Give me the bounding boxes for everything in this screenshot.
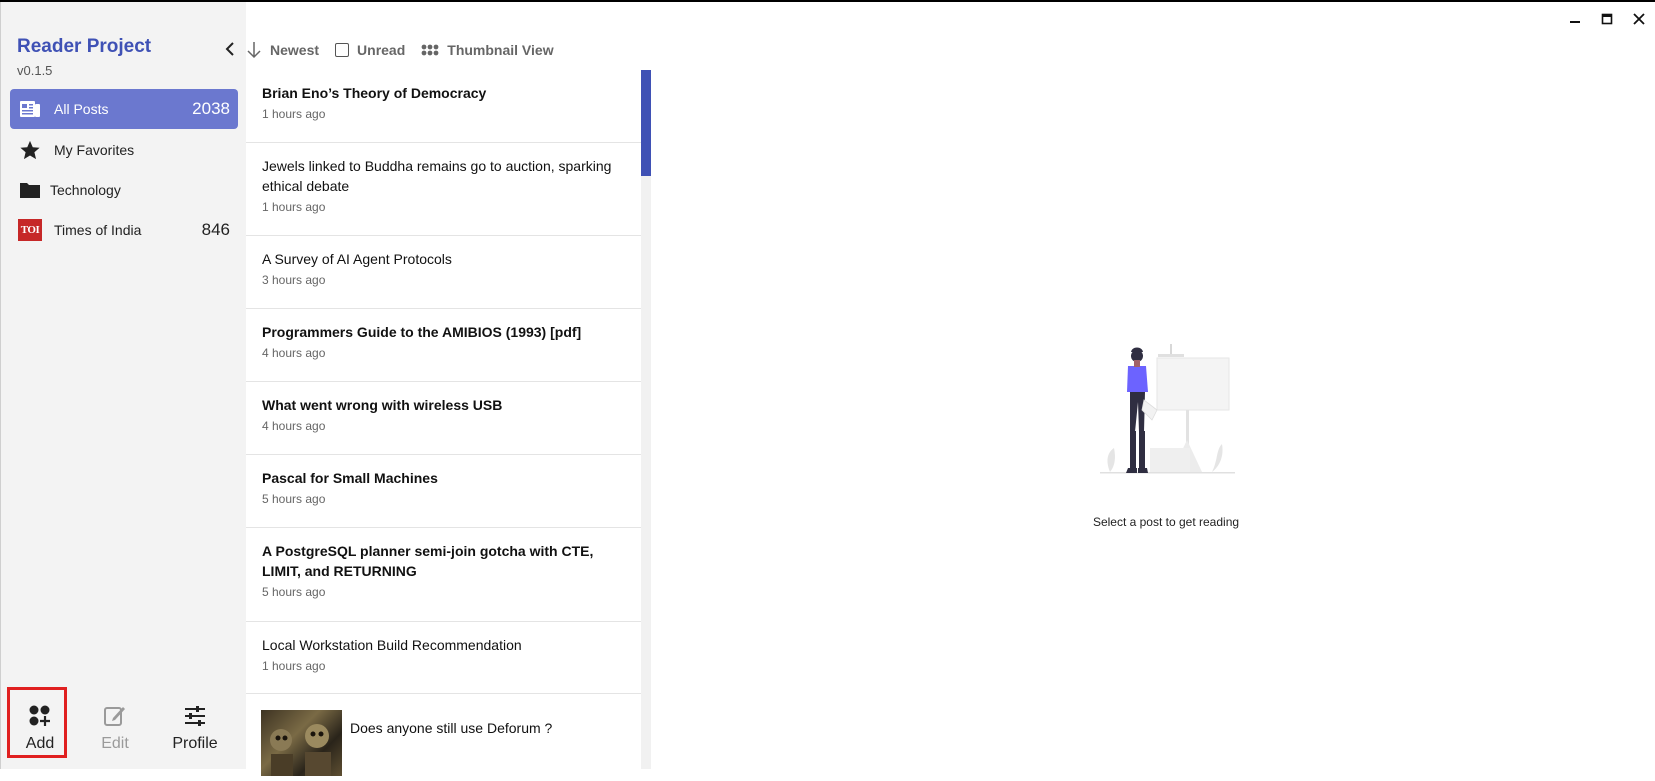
- star-icon: [18, 138, 42, 162]
- empty-state-illustration: [1100, 340, 1235, 480]
- profile-button[interactable]: Profile: [165, 693, 225, 763]
- post-title: Jewels linked to Buddha remains go to au…: [262, 158, 612, 194]
- edit-button[interactable]: Edit: [85, 693, 145, 763]
- post-list-toolbar: Newest Unread Thumbnail View: [246, 34, 570, 66]
- post-title: A Survey of AI Agent Protocols: [262, 251, 452, 267]
- newspaper-icon: [18, 97, 42, 121]
- arrow-down-icon: [246, 41, 262, 59]
- app-version: v0.1.5: [17, 63, 53, 78]
- scrollbar-thumb[interactable]: [641, 70, 651, 176]
- unread-label: Unread: [357, 42, 406, 58]
- sort-label: Newest: [270, 42, 320, 58]
- post-time: 3 hours ago: [262, 273, 326, 287]
- unread-filter-checkbox[interactable]: Unread: [335, 42, 405, 58]
- folder-icon: [18, 178, 42, 202]
- sidebar-item-label: Times of India: [54, 222, 142, 238]
- sort-newest-button[interactable]: Newest: [246, 41, 319, 59]
- edit-label: Edit: [101, 735, 129, 752]
- post-title: What went wrong with wireless USB: [262, 397, 503, 413]
- collapse-sidebar-icon[interactable]: [222, 40, 240, 58]
- sidebar-item-label: All Posts: [54, 101, 109, 117]
- sidebar-item-all-posts[interactable]: All Posts 2038: [10, 89, 238, 129]
- post-time: 4 hours ago: [262, 346, 326, 360]
- sliders-icon: [183, 701, 207, 731]
- post-title: Does anyone still use Deforum ?: [350, 720, 553, 736]
- view-label: Thumbnail View: [447, 42, 554, 58]
- sidebar-item-label: My Favorites: [54, 142, 135, 158]
- sidebar-item-times-of-india[interactable]: TOI Times of India 846: [10, 210, 238, 250]
- app-title: Reader Project: [17, 36, 152, 57]
- post-title: Programmers Guide to the AMIBIOS (1993) …: [262, 324, 582, 340]
- post-item[interactable]: What went wrong with wireless USB 4 hour…: [246, 382, 641, 455]
- post-list: Brian Eno’s Theory of Democracy 1 hours …: [246, 70, 641, 769]
- close-icon[interactable]: [1623, 4, 1655, 34]
- post-title: Pascal for Small Machines: [262, 470, 438, 486]
- post-item-thumbnail[interactable]: Does anyone still use Deforum ?: [246, 694, 641, 776]
- profile-label: Profile: [172, 735, 218, 752]
- post-item[interactable]: Programmers Guide to the AMIBIOS (1993) …: [246, 309, 641, 382]
- post-time: 1 hours ago: [262, 659, 326, 673]
- unread-count: 846: [201, 220, 230, 239]
- post-time: 1 hours ago: [262, 200, 326, 214]
- post-time: 5 hours ago: [262, 585, 326, 599]
- post-item[interactable]: Local Workstation Build Recommendation 1…: [246, 622, 641, 694]
- thumbnail-view-button[interactable]: Thumbnail View: [421, 42, 554, 58]
- post-thumbnail-image: [261, 710, 342, 776]
- sidebar-item-technology[interactable]: Technology: [10, 170, 238, 210]
- post-item[interactable]: A Survey of AI Agent Protocols 3 hours a…: [246, 236, 641, 309]
- post-title: A PostgreSQL planner semi-join gotcha wi…: [262, 543, 594, 579]
- post-time: 1 hours ago: [262, 107, 326, 121]
- sidebar-item-my-favorites[interactable]: My Favorites: [10, 130, 238, 170]
- checkbox-icon: [335, 43, 350, 57]
- unread-count: 2038: [192, 99, 230, 118]
- post-time: 4 hours ago: [262, 419, 326, 433]
- maximize-icon[interactable]: [1591, 4, 1623, 34]
- empty-state-message: Select a post to get reading: [1092, 515, 1240, 529]
- post-item[interactable]: Brian Eno’s Theory of Democracy 1 hours …: [246, 70, 641, 143]
- grid-icon: [421, 44, 439, 56]
- sidebar-item-label: Technology: [50, 182, 121, 198]
- post-item[interactable]: Pascal for Small Machines 5 hours ago: [246, 455, 641, 528]
- edit-icon: [103, 701, 127, 731]
- post-title: Brian Eno’s Theory of Democracy: [262, 85, 487, 101]
- minimize-icon[interactable]: [1559, 4, 1591, 34]
- post-item[interactable]: A PostgreSQL planner semi-join gotcha wi…: [246, 528, 641, 622]
- toi-logo-icon: TOI: [18, 218, 42, 242]
- post-item[interactable]: Jewels linked to Buddha remains go to au…: [246, 143, 641, 236]
- post-title: Local Workstation Build Recommendation: [262, 637, 522, 653]
- add-button-highlight: [7, 687, 67, 758]
- window-controls: [1559, 4, 1655, 34]
- sidebar: Reader Project v0.1.5 All Posts 2038 My …: [0, 2, 246, 769]
- post-time: 5 hours ago: [262, 492, 326, 506]
